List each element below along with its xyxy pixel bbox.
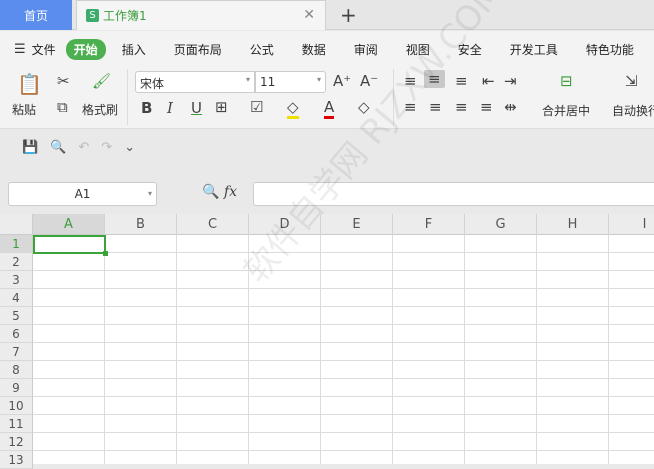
menu-view[interactable]: 视图 [406,41,430,58]
spreadsheet-icon: S [86,9,99,22]
clear-icon[interactable]: ◇ [358,98,370,116]
wrap-text-button[interactable]: 自动换行 [612,102,654,119]
align-top-icon[interactable]: ≡ [404,72,417,90]
ribbon: 📋 粘贴 ✂ ⧉ 🖌 格式刷 宋体 ▾ 11 ▾ A⁺ A⁻ B I U ⊞ ☑ ◇… [0,67,654,129]
row-header-11[interactable]: 11 [0,415,33,433]
paste-icon[interactable]: 📋 [17,72,42,96]
row-header-5[interactable]: 5 [0,307,33,325]
row-header-8[interactable]: 8 [0,361,33,379]
font-color-icon[interactable]: A [324,98,335,119]
format-painter-icon[interactable]: 🖌 [92,72,111,90]
formula-input[interactable] [253,182,654,206]
align-bottom-icon[interactable]: ≡ [455,72,468,90]
name-box[interactable]: A1 ▾ [8,182,157,206]
paste-button[interactable]: 粘贴 [12,101,36,118]
menu-review[interactable]: 审阅 [354,41,378,58]
print-preview-icon[interactable]: 🔍 [50,140,66,155]
row-header-9[interactable]: 9 [0,379,33,397]
close-icon[interactable]: ✕ [303,7,315,23]
increase-font-icon[interactable]: A⁺ [333,72,351,90]
column-header-f[interactable]: F [393,214,465,235]
undo-icon[interactable]: ↶ [78,140,89,155]
align-right-icon[interactable]: ≡ [455,98,468,116]
column-header-g[interactable]: G [465,214,537,235]
menu-features[interactable]: 特色功能 [586,41,634,58]
align-center-icon[interactable]: ≡ [429,98,442,116]
increase-indent-icon[interactable]: ⇥ [504,72,517,90]
format-painter-button[interactable]: 格式刷 [82,101,118,118]
new-tab-button[interactable]: + [340,3,357,27]
column-header-b[interactable]: B [105,214,177,235]
column-header-i[interactable]: I [609,214,654,235]
select-all-corner[interactable] [0,214,33,235]
merge-center-button[interactable]: 合并居中 [542,102,590,119]
tab-bar: 首页 S 工作簿1 ✕ + [0,0,654,30]
italic-button[interactable]: I [167,99,173,117]
cells-area[interactable] [33,235,654,464]
distributed-icon[interactable]: ⇹ [504,98,517,116]
menu-bar: ☰ 文件 开始 插入 页面布局 公式 数据 审阅 视图 安全 开发工具 特色功能 [0,31,654,67]
customize-icon[interactable]: ⌄ [124,140,135,155]
row-header-2[interactable]: 2 [0,253,33,271]
menu-home[interactable]: 开始 [65,38,106,60]
borders-icon[interactable]: ⊞ [215,98,228,116]
column-header-e[interactable]: E [321,214,393,235]
quick-access-toolbar: 💾 🔍 ↶ ↷ ⌄ [22,140,135,155]
menu-security[interactable]: 安全 [458,41,482,58]
decrease-indent-icon[interactable]: ⇤ [482,72,495,90]
tab-home[interactable]: 首页 [0,0,72,30]
row-header-7[interactable]: 7 [0,343,33,361]
fill-color-icon[interactable]: ◇ [287,98,299,119]
menu-developer[interactable]: 开发工具 [510,41,558,58]
align-left-icon[interactable]: ≡ [404,98,417,116]
merge-center-icon[interactable]: ⊟ [560,72,573,90]
font-size-select[interactable]: 11 ▾ [255,71,326,93]
column-header-h[interactable]: H [537,214,609,235]
menu-insert[interactable]: 插入 [122,41,146,58]
row-header-10[interactable]: 10 [0,397,33,415]
row-header-3[interactable]: 3 [0,271,33,289]
row-header-13[interactable]: 13 [0,451,33,469]
column-header-c[interactable]: C [177,214,249,235]
active-cell-a1[interactable] [33,235,108,256]
save-icon[interactable]: 💾 [22,140,38,155]
copy-icon[interactable]: ⧉ [57,98,68,116]
menu-file[interactable]: 文件 [32,41,56,58]
row-header-1[interactable]: 1 [0,235,33,253]
zoom-function-icon[interactable]: 🔍 [202,184,219,200]
font-name-select[interactable]: 宋体 ▾ [135,71,255,93]
redo-icon[interactable]: ↷ [101,140,112,155]
justify-icon[interactable]: ≡ [480,98,493,116]
menu-formulas[interactable]: 公式 [250,41,274,58]
fx-button[interactable]: fx [224,184,237,200]
hamburger-icon[interactable]: ☰ [14,42,26,57]
menu-page-layout[interactable]: 页面布局 [174,41,222,58]
row-header-12[interactable]: 12 [0,433,33,451]
menu-data[interactable]: 数据 [302,41,326,58]
row-header-4[interactable]: 4 [0,289,33,307]
bold-button[interactable]: B [141,99,152,117]
column-header-a[interactable]: A [33,214,105,235]
column-header-d[interactable]: D [249,214,321,235]
tab-title: 工作簿1 [103,9,147,23]
cell-style-icon[interactable]: ☑ [250,98,263,116]
cut-icon[interactable]: ✂ [57,72,70,90]
tab-workbook[interactable]: S 工作簿1 ✕ [76,0,326,30]
decrease-font-icon[interactable]: A⁻ [360,72,378,90]
align-middle-icon[interactable]: ≡ [424,70,445,88]
wrap-text-icon[interactable]: ⇲ [625,72,638,90]
row-header-6[interactable]: 6 [0,325,33,343]
underline-button[interactable]: U [191,99,202,117]
